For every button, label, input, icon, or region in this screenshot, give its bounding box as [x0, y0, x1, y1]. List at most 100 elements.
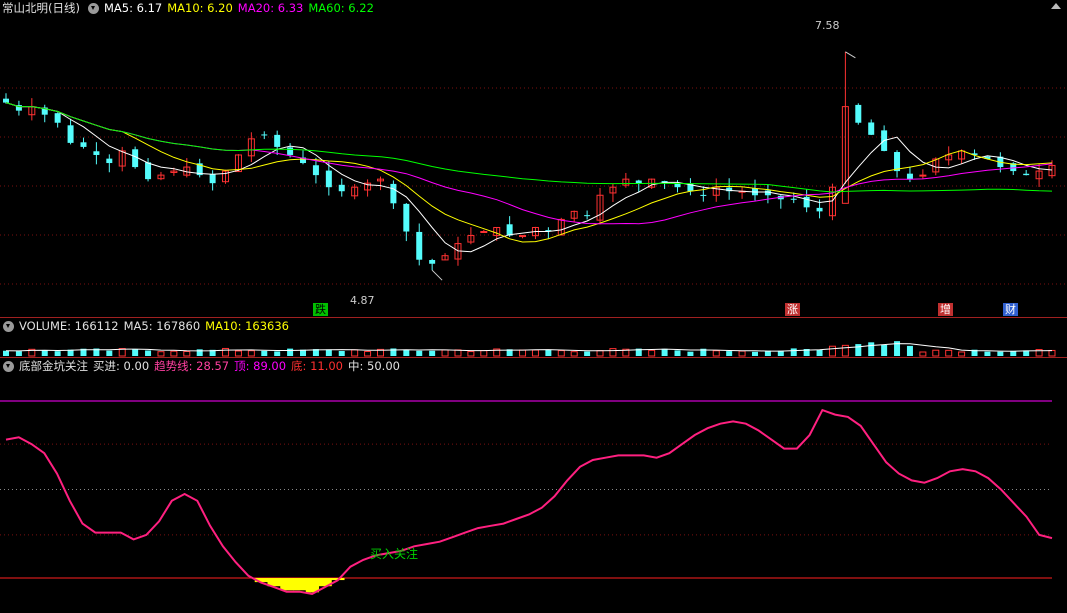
volume-bar [712, 350, 720, 357]
volume-panel[interactable]: VOLUME: 166112 MA5: 167860 MA10: 163636 [0, 318, 1067, 358]
volume-ma5-label: MA5: 167860 [123, 319, 201, 333]
candle-body [3, 98, 9, 103]
candle-body [519, 235, 527, 238]
collapse-icon[interactable] [3, 360, 14, 372]
bottom-fill-bar [293, 578, 307, 591]
volume-bar [545, 349, 552, 356]
volume-bar [274, 351, 281, 356]
volume-bar [429, 350, 436, 356]
trend-line [5, 408, 1053, 595]
volume-bar [196, 349, 203, 356]
volume-bar [287, 348, 294, 356]
volume-bar [403, 349, 410, 356]
candle-body [1023, 173, 1030, 176]
volume-header: VOLUME: 166112 MA5: 167860 MA10: 163636 [0, 318, 294, 334]
indicator-header: 底部金坑关注 买进: 0.00 趋势线: 28.57 顶: 89.00 底: 1… [0, 358, 405, 374]
volume-bar [467, 351, 475, 357]
candle-body [429, 260, 436, 264]
low-pointer [431, 269, 443, 281]
candle-body [868, 122, 875, 135]
volume-bar [132, 349, 139, 356]
indicator-chart[interactable] [0, 358, 1067, 613]
volume-bar [674, 350, 681, 356]
volume-bar [261, 350, 268, 356]
volume-bar [790, 348, 797, 356]
volume-bar [958, 351, 966, 357]
volume-bar [454, 349, 462, 357]
candle-body [274, 134, 281, 147]
volume-label: VOLUME: 166112 [19, 319, 119, 333]
candle-body [855, 104, 862, 123]
volume-bar [919, 351, 927, 357]
ma5-label: MA5: 6.17 [103, 1, 163, 15]
ma10-line [5, 102, 1053, 243]
volume-bar [15, 351, 22, 356]
volume-bar [557, 350, 565, 357]
indicator-panel[interactable]: 底部金坑关注 买进: 0.00 趋势线: 28.57 顶: 89.00 底: 1… [0, 358, 1067, 613]
volume-ma10-label: MA10: 163636 [205, 319, 289, 333]
volume-bar [881, 344, 888, 356]
candle-body [325, 170, 332, 188]
volume-bar [41, 350, 48, 356]
collapse-icon[interactable] [87, 2, 99, 14]
low-price-label: 4.87 [350, 294, 375, 307]
volume-bar [338, 350, 345, 356]
ma5-line [5, 102, 1053, 253]
volume-bar [841, 344, 849, 357]
candlestick-chart[interactable] [0, 0, 1067, 318]
collapse-icon[interactable] [3, 320, 14, 332]
volume-bar [932, 349, 940, 357]
event-marker-rise[interactable]: 涨 [785, 303, 800, 316]
candle-body [906, 173, 913, 180]
candle-body [67, 125, 74, 143]
volume-bar [416, 350, 423, 356]
candle-body [506, 224, 513, 236]
ma60-label: MA60: 6.22 [308, 1, 374, 15]
candle-body [416, 231, 423, 260]
candle-body [700, 194, 707, 196]
volume-bar [234, 350, 242, 357]
indicator-name: 底部金坑关注 [19, 359, 88, 373]
volume-bar [1048, 349, 1056, 357]
high-pointer [845, 51, 856, 59]
candle-body [919, 174, 927, 177]
event-marker-increase[interactable]: 增 [938, 303, 953, 316]
volume-bar [828, 345, 836, 357]
volume-bar [54, 351, 61, 356]
volume-bar [170, 350, 178, 357]
candle-body [93, 151, 100, 155]
volume-bar [584, 351, 591, 356]
price-header: 常山北明(日线) MA5: 6.17 MA10: 6.20 MA20: 6.33… [0, 0, 379, 16]
volume-bar [480, 350, 488, 357]
buy-label: 买进: 0.00 [93, 359, 150, 373]
event-marker-fall[interactable]: 跌 [313, 303, 328, 316]
ma10-label: MA10: 6.20 [167, 1, 233, 15]
volume-bar [441, 349, 449, 357]
volume-bar [570, 351, 578, 357]
high-price-label: 7.58 [815, 19, 840, 32]
buy-attention-label: 买入关注 [370, 547, 419, 561]
mid-label: 中: 50.00 [348, 359, 400, 373]
candle-body [584, 215, 591, 217]
volume-bar [751, 351, 758, 356]
candle-body [145, 162, 152, 180]
candle-body [790, 198, 797, 200]
candle-body [816, 207, 823, 212]
volume-bar [868, 342, 875, 356]
candle-body [674, 183, 681, 188]
candle-body [106, 158, 113, 164]
volume-bar [247, 350, 255, 357]
volume-bar [183, 351, 191, 357]
candle-body [635, 180, 642, 184]
volume-bar [3, 350, 9, 356]
candle-body [894, 152, 901, 172]
volume-bar [145, 350, 152, 356]
trend-label: 趋势线: 28.57 [154, 359, 230, 373]
scroll-up-icon[interactable] [1051, 3, 1061, 9]
event-marker-finance[interactable]: 财 [1003, 303, 1018, 316]
volume-bar [661, 348, 668, 356]
price-panel[interactable]: 常山北明(日线) MA5: 6.17 MA10: 6.20 MA20: 6.33… [0, 0, 1067, 318]
volume-bar [106, 350, 113, 356]
volume-bar [519, 349, 527, 357]
volume-bar [726, 351, 733, 356]
